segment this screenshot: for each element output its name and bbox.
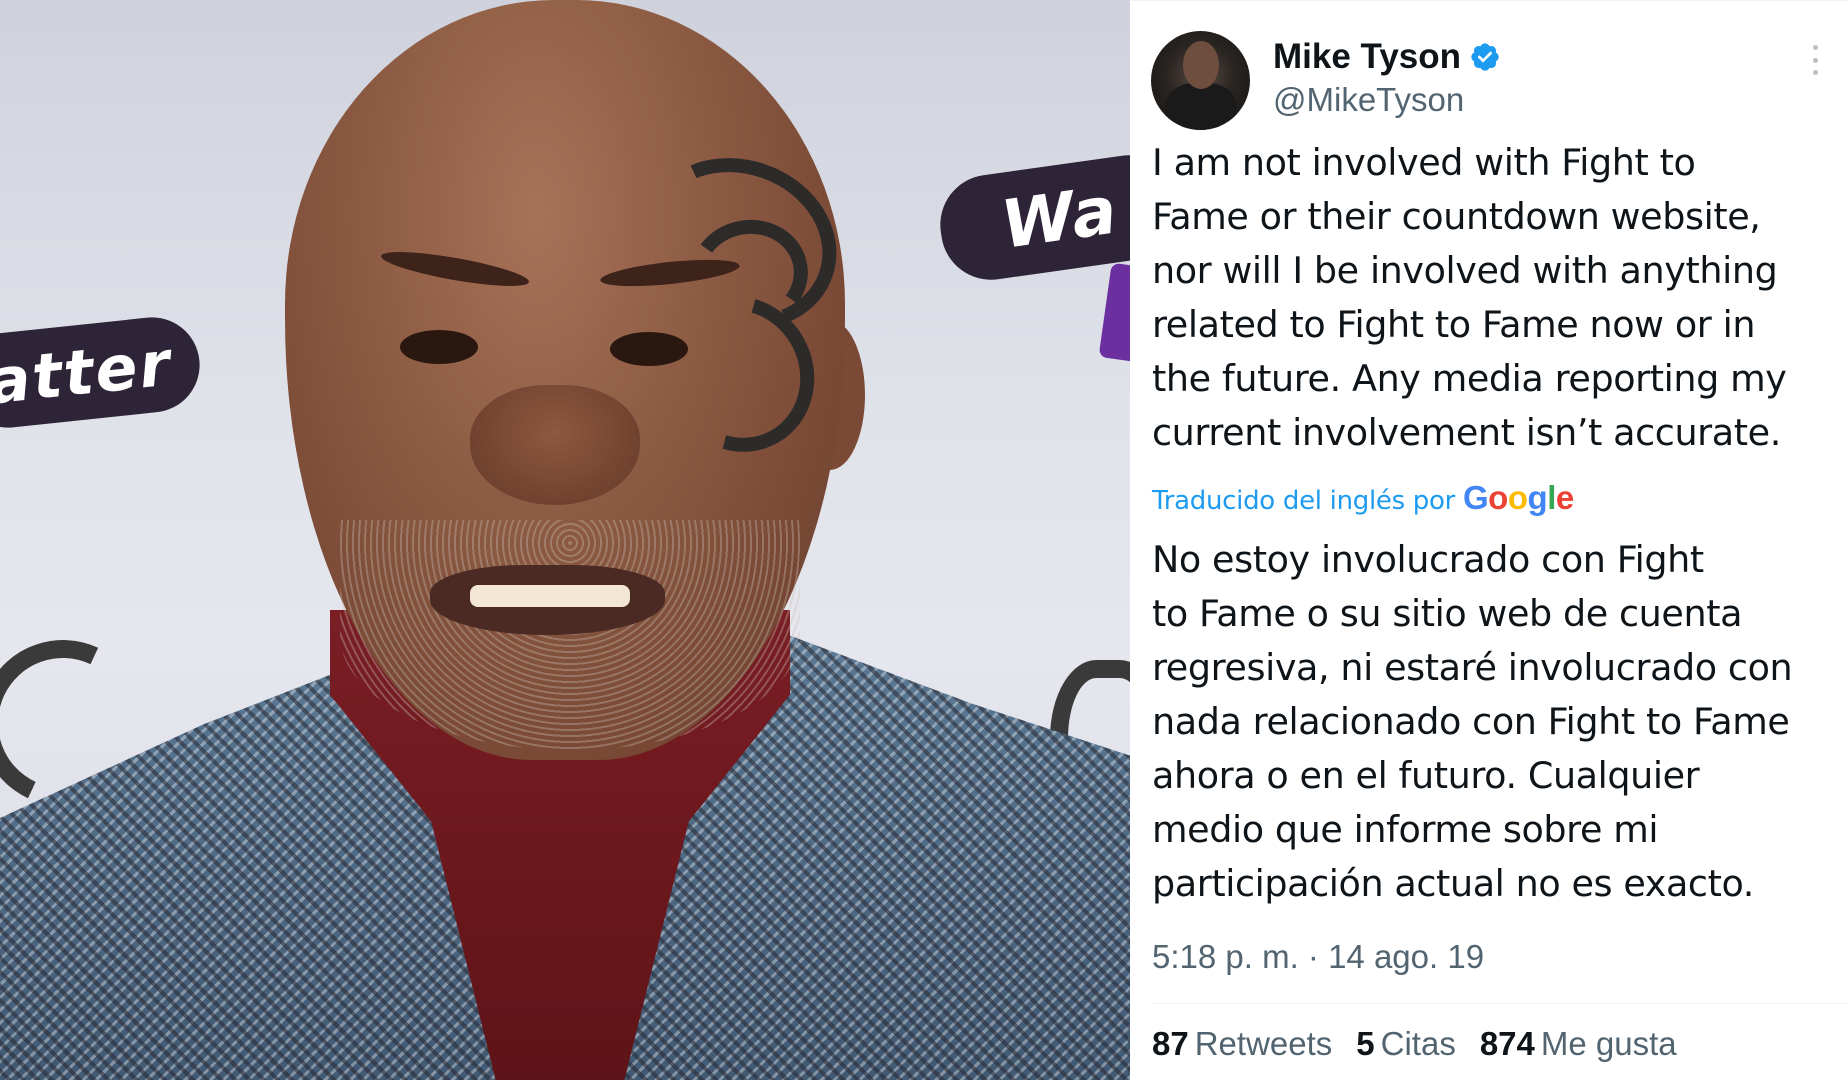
beard-stubble — [340, 520, 800, 750]
eye — [610, 332, 688, 366]
quotes-count: 5 — [1356, 1025, 1375, 1062]
author-name-row: Mike Tyson — [1273, 37, 1501, 77]
author-avatar[interactable] — [1151, 31, 1250, 130]
verified-badge-icon — [1471, 43, 1499, 71]
google-letter: e — [1555, 479, 1574, 516]
author-handle[interactable]: @MikeTyson — [1273, 81, 1464, 119]
author-name[interactable]: Mike Tyson — [1273, 37, 1461, 77]
quotes-label: Citas — [1380, 1025, 1456, 1062]
more-options-icon[interactable] — [1810, 45, 1820, 75]
teeth — [470, 585, 630, 607]
translated-by-label: Traducido del inglés por — [1152, 486, 1455, 516]
nose — [470, 385, 640, 505]
likes-stat[interactable]: 874 Me gusta — [1480, 1025, 1677, 1063]
backdrop-logo-left: atter — [0, 312, 205, 433]
engagement-stats: 87 Retweets 5 Citas 874 Me gusta — [1152, 1025, 1677, 1063]
retweets-label: Retweets — [1194, 1025, 1333, 1062]
quotes-stat[interactable]: 5 Citas — [1356, 1025, 1456, 1063]
retweets-stat[interactable]: 87 Retweets — [1152, 1025, 1332, 1063]
likes-label: Me gusta — [1540, 1025, 1677, 1062]
eye — [400, 330, 478, 364]
translated-tweet-text: No estoy involucrado con Fight to Fame o… — [1152, 538, 1793, 905]
google-letter: o — [1507, 479, 1528, 516]
retweets-count: 87 — [1152, 1025, 1189, 1062]
google-logo: Google — [1463, 479, 1574, 517]
tweet-card: Mike Tyson @MikeTyson I am not involved … — [1130, 0, 1848, 1081]
backdrop-accent — [1098, 262, 1130, 363]
tweet-timestamp[interactable]: 5:18 p. m. · 14 ago. 19 — [1152, 938, 1484, 976]
likes-count: 874 — [1479, 1025, 1535, 1062]
google-letter: g — [1527, 479, 1548, 516]
tweet-text: I am not involved with Fight to Fame or … — [1152, 141, 1787, 454]
google-letter: o — [1488, 479, 1508, 516]
google-letter: G — [1463, 479, 1489, 516]
google-letter: l — [1547, 479, 1556, 516]
divider — [1152, 1003, 1848, 1004]
profile-photo: atter Wa — [0, 0, 1130, 1080]
translation-attribution[interactable]: Traducido del inglés por Google — [1152, 479, 1574, 517]
backdrop-logo-right: Wa — [933, 148, 1130, 287]
